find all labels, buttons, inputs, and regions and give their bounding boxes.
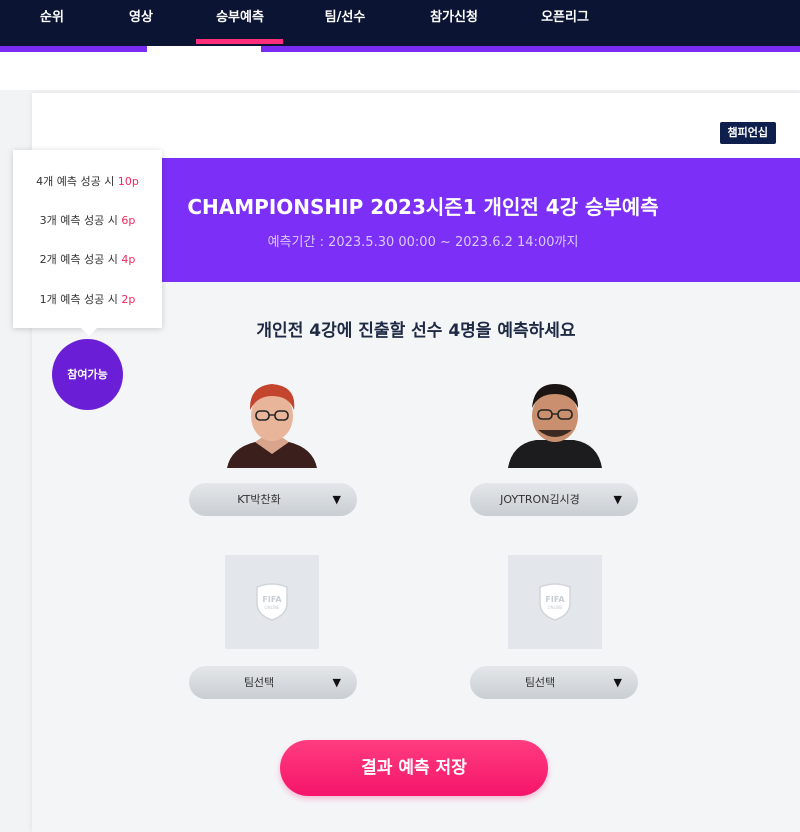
reward-tooltip: 4개 예측 성공 시 10p 3개 예측 성공 시 6p 2개 예측 성공 시 … xyxy=(13,150,162,336)
reward-points: 4p xyxy=(121,253,136,266)
fifa-online-logo-icon: FIFA ONLINE xyxy=(539,583,571,621)
fifa-online-logo-icon: FIFA ONLINE xyxy=(256,583,288,621)
card-header: 챔피언십 xyxy=(32,93,800,158)
player-select-2[interactable]: JOYTRON김시경 ▼ xyxy=(470,483,638,516)
nav-item-rank[interactable]: 순위 xyxy=(7,0,97,46)
nav-item-apply[interactable]: 참가신청 xyxy=(409,0,499,46)
reward-row: 4개 예측 성공 시 10p xyxy=(13,173,162,189)
reward-condition: 4개 예측 성공 시 xyxy=(36,175,118,188)
svg-text:FIFA: FIFA xyxy=(545,595,565,604)
reward-points: 10p xyxy=(117,175,139,188)
player-avatar-icon xyxy=(508,374,602,468)
nav-item-video[interactable]: 영상 xyxy=(96,0,186,46)
player-placeholder-4: FIFA ONLINE xyxy=(508,555,602,649)
save-prediction-button[interactable]: 결과 예측 저장 xyxy=(280,740,548,796)
player-placeholder-3: FIFA ONLINE xyxy=(225,555,319,649)
player-select-3[interactable]: 팀선택 ▼ xyxy=(189,666,357,699)
player-select-4[interactable]: 팀선택 ▼ xyxy=(470,666,638,699)
select-value: JOYTRON김시경 xyxy=(500,493,580,506)
chevron-down-icon: ▼ xyxy=(613,493,622,506)
nav-item-team-player[interactable]: 팀/선수 xyxy=(300,0,390,46)
svg-text:ONLINE: ONLINE xyxy=(547,605,563,610)
reward-condition: 2개 예측 성공 시 xyxy=(39,253,122,266)
reward-row: 1개 예측 성공 시 2p xyxy=(13,291,162,307)
active-tab-indicator xyxy=(196,39,283,44)
top-nav: 순위 영상 승부예측 팀/선수 참가신청 오픈리그 xyxy=(0,0,800,46)
player-avatar-icon xyxy=(225,374,319,468)
reward-condition: 3개 예측 성공 시 xyxy=(39,214,122,227)
svg-text:FIFA: FIFA xyxy=(262,595,282,604)
svg-text:ONLINE: ONLINE xyxy=(264,605,280,610)
header-spacer xyxy=(0,52,800,90)
chevron-down-icon: ▼ xyxy=(613,676,622,689)
select-value: KT박찬화 xyxy=(237,493,281,506)
select-value: 팀선택 xyxy=(524,676,556,689)
chevron-down-icon: ▼ xyxy=(332,676,341,689)
reward-condition: 1개 예측 성공 시 xyxy=(39,293,122,306)
championship-badge: 챔피언십 xyxy=(719,122,776,144)
player-select-1[interactable]: KT박찬화 ▼ xyxy=(189,483,357,516)
player-photo-1 xyxy=(225,374,319,468)
participation-status-button[interactable]: 참여가능 xyxy=(52,339,123,410)
player-photo-2 xyxy=(508,374,602,468)
nav-item-open-league[interactable]: 오픈리그 xyxy=(520,0,610,46)
chevron-down-icon: ▼ xyxy=(332,493,341,506)
reward-row: 2개 예측 성공 시 4p xyxy=(13,251,162,267)
reward-points: 6p xyxy=(121,214,136,227)
reward-points: 2p xyxy=(121,293,136,306)
reward-row: 3개 예측 성공 시 6p xyxy=(13,212,162,228)
select-value: 팀선택 xyxy=(243,676,275,689)
